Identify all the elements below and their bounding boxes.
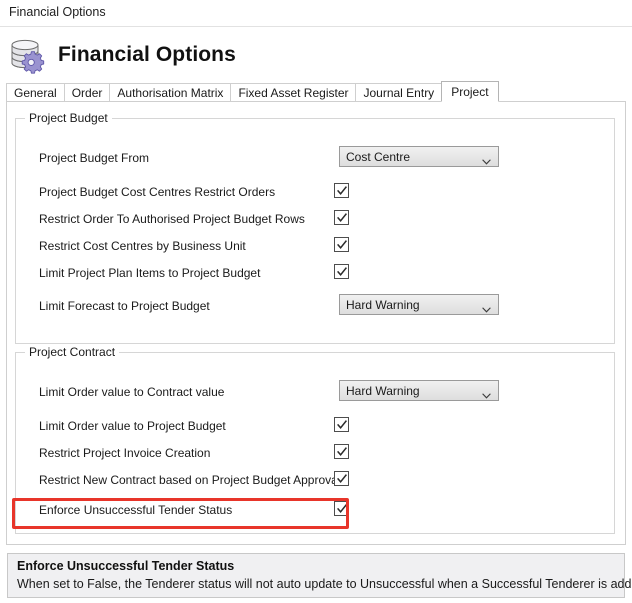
tab-order[interactable]: Order: [63, 83, 111, 102]
group-project-contract: Project Contract Limit Order value to Co…: [15, 345, 615, 534]
option-label: Restrict Cost Centres by Business Unit: [39, 239, 246, 253]
description-body: When set to False, the Tenderer status w…: [17, 577, 632, 591]
group-caption: Project Budget: [25, 111, 112, 125]
tab-project[interactable]: Project: [441, 81, 499, 102]
option-row-limit-order-value-contract: Limit Order value to Contract value Hard…: [17, 379, 615, 406]
option-label: Enforce Unsuccessful Tender Status: [39, 503, 233, 517]
combobox-value: Hard Warning: [346, 384, 420, 398]
limit-project-plan-items-checkbox[interactable]: [334, 264, 349, 279]
tab-label: Authorisation Matrix: [117, 86, 224, 100]
option-row-restrict-project-invoice-creation: Restrict Project Invoice Creation: [17, 440, 615, 467]
tab-authorisation-matrix[interactable]: Authorisation Matrix: [109, 83, 232, 102]
window-title-text: Financial Options: [9, 5, 106, 19]
tab-label: Journal Entry: [363, 86, 435, 100]
restrict-cost-centres-business-unit-checkbox[interactable]: [334, 237, 349, 252]
tab-journal-entry[interactable]: Journal Entry: [355, 83, 443, 102]
chevron-down-icon: [482, 302, 491, 313]
tab-strip-underline: [6, 101, 626, 102]
tab-label: Fixed Asset Register: [238, 86, 349, 100]
option-label: Restrict Project Invoice Creation: [39, 446, 211, 460]
option-row-restrict-cost-centres-business-unit: Restrict Cost Centres by Business Unit: [17, 233, 615, 260]
option-row-restrict-order-authorised-rows: Restrict Order To Authorised Project Bud…: [17, 206, 615, 233]
group-caption: Project Contract: [25, 345, 120, 359]
tab-label: Project: [451, 85, 489, 99]
limit-order-value-project-budget-checkbox[interactable]: [334, 417, 349, 432]
option-label: Limit Order value to Contract value: [39, 385, 225, 399]
option-label: Project Budget From: [39, 151, 150, 165]
window-title-bar: Financial Options: [0, 0, 632, 27]
description-panel: Enforce Unsuccessful Tender Status When …: [7, 553, 632, 598]
option-label: Restrict New Contract based on Project B…: [39, 473, 341, 487]
option-row-project-budget-from: Project Budget From Cost Centre: [17, 145, 615, 172]
chevron-down-icon: [482, 154, 491, 165]
tab-strip: General Order Authorisation Matrix Fixed…: [6, 81, 626, 102]
chevron-down-icon: [482, 388, 491, 399]
combobox-value: Cost Centre: [346, 150, 411, 164]
option-label: Restrict Order To Authorised Project Bud…: [39, 212, 305, 226]
option-label: Project Budget Cost Centres Restrict Ord…: [39, 185, 276, 199]
database-gear-icon: [8, 37, 52, 77]
option-label: Limit Forecast to Project Budget: [39, 299, 210, 313]
page-title: Financial Options: [58, 43, 236, 66]
restrict-project-invoice-creation-checkbox[interactable]: [334, 444, 349, 459]
option-row-budget-cost-centres-restrict-orders: Project Budget Cost Centres Restrict Ord…: [17, 179, 615, 206]
option-row-limit-project-plan-items: Limit Project Plan Items to Project Budg…: [17, 260, 615, 287]
restrict-new-contract-budget-approval-checkbox[interactable]: [334, 471, 349, 486]
settings-content-pane: Project Budget Project Budget From Cost …: [6, 102, 626, 545]
project-budget-from-combobox[interactable]: Cost Centre: [339, 146, 499, 167]
description-title: Enforce Unsuccessful Tender Status: [17, 559, 235, 573]
group-project-budget: Project Budget Project Budget From Cost …: [15, 111, 615, 344]
budget-cost-centres-restrict-orders-checkbox[interactable]: [334, 183, 349, 198]
page-header: Financial Options: [0, 27, 632, 81]
option-label: Limit Order value to Project Budget: [39, 419, 226, 433]
limit-forecast-to-project-budget-combobox[interactable]: Hard Warning: [339, 294, 499, 315]
option-label: Limit Project Plan Items to Project Budg…: [39, 266, 261, 280]
option-row-restrict-new-contract-budget-approval: Restrict New Contract based on Project B…: [17, 467, 615, 494]
combobox-value: Hard Warning: [346, 298, 420, 312]
restrict-order-authorised-rows-checkbox[interactable]: [334, 210, 349, 225]
tab-label: General: [14, 86, 57, 100]
tab-label: Order: [71, 86, 103, 100]
enforce-unsuccessful-tender-status-checkbox[interactable]: [334, 501, 349, 516]
tab-list: General Order Authorisation Matrix Fixed…: [6, 81, 499, 102]
option-row-limit-forecast-to-project-budget: Limit Forecast to Project Budget Hard Wa…: [17, 293, 615, 320]
tab-general[interactable]: General: [6, 83, 65, 102]
option-row-limit-order-value-project-budget: Limit Order value to Project Budget: [17, 413, 615, 440]
option-row-enforce-unsuccessful-tender-status: Enforce Unsuccessful Tender Status: [17, 497, 615, 524]
limit-order-value-contract-combobox[interactable]: Hard Warning: [339, 380, 499, 401]
tab-fixed-asset-register[interactable]: Fixed Asset Register: [230, 83, 357, 102]
